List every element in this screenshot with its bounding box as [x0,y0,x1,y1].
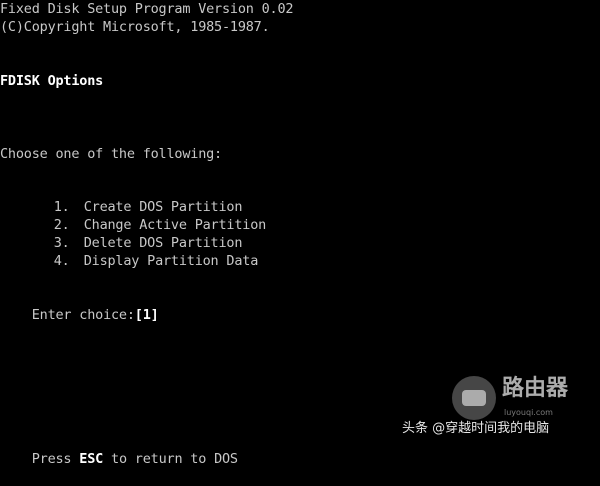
esc-key-label[interactable]: ESC [79,451,103,467]
footer-rest-text: to return to DOS [103,451,238,467]
footer-escape-hint: Press ESC to return to DOS [0,432,238,486]
footer-press-text: Press [31,451,80,467]
program-title-line: Fixed Disk Setup Program Version 0.02 [0,1,294,17]
watermark-brand: 路由器 [502,376,569,401]
enter-choice-prompt: Enter choice:[1] [0,288,159,342]
watermark-account: 头条 @穿越时间我的电脑 [402,421,550,436]
choice-input[interactable]: [1] [135,307,159,323]
copyright-line: (C)Copyright Microsoft, 1985-1987. [0,19,270,35]
menu-item-display-partition-data[interactable]: 4. Display Partition Data [22,234,259,288]
section-title: FDISK Options [0,73,104,89]
watermark: 路由器 luyouqi.com 头条 @穿越时间我的电脑 [402,374,592,444]
dos-console-screen: Fixed Disk Setup Program Version 0.02 (C… [0,0,600,467]
enter-choice-label: Enter choice: [31,307,135,323]
watermark-url: luyouqi.com [504,408,553,417]
menu-item-label: Display Partition Data [83,253,259,269]
menu-item-number: 4. [53,253,70,269]
router-logo-icon [452,376,496,420]
router-icon [462,390,486,406]
choose-instruction: Choose one of the following: [0,146,222,162]
